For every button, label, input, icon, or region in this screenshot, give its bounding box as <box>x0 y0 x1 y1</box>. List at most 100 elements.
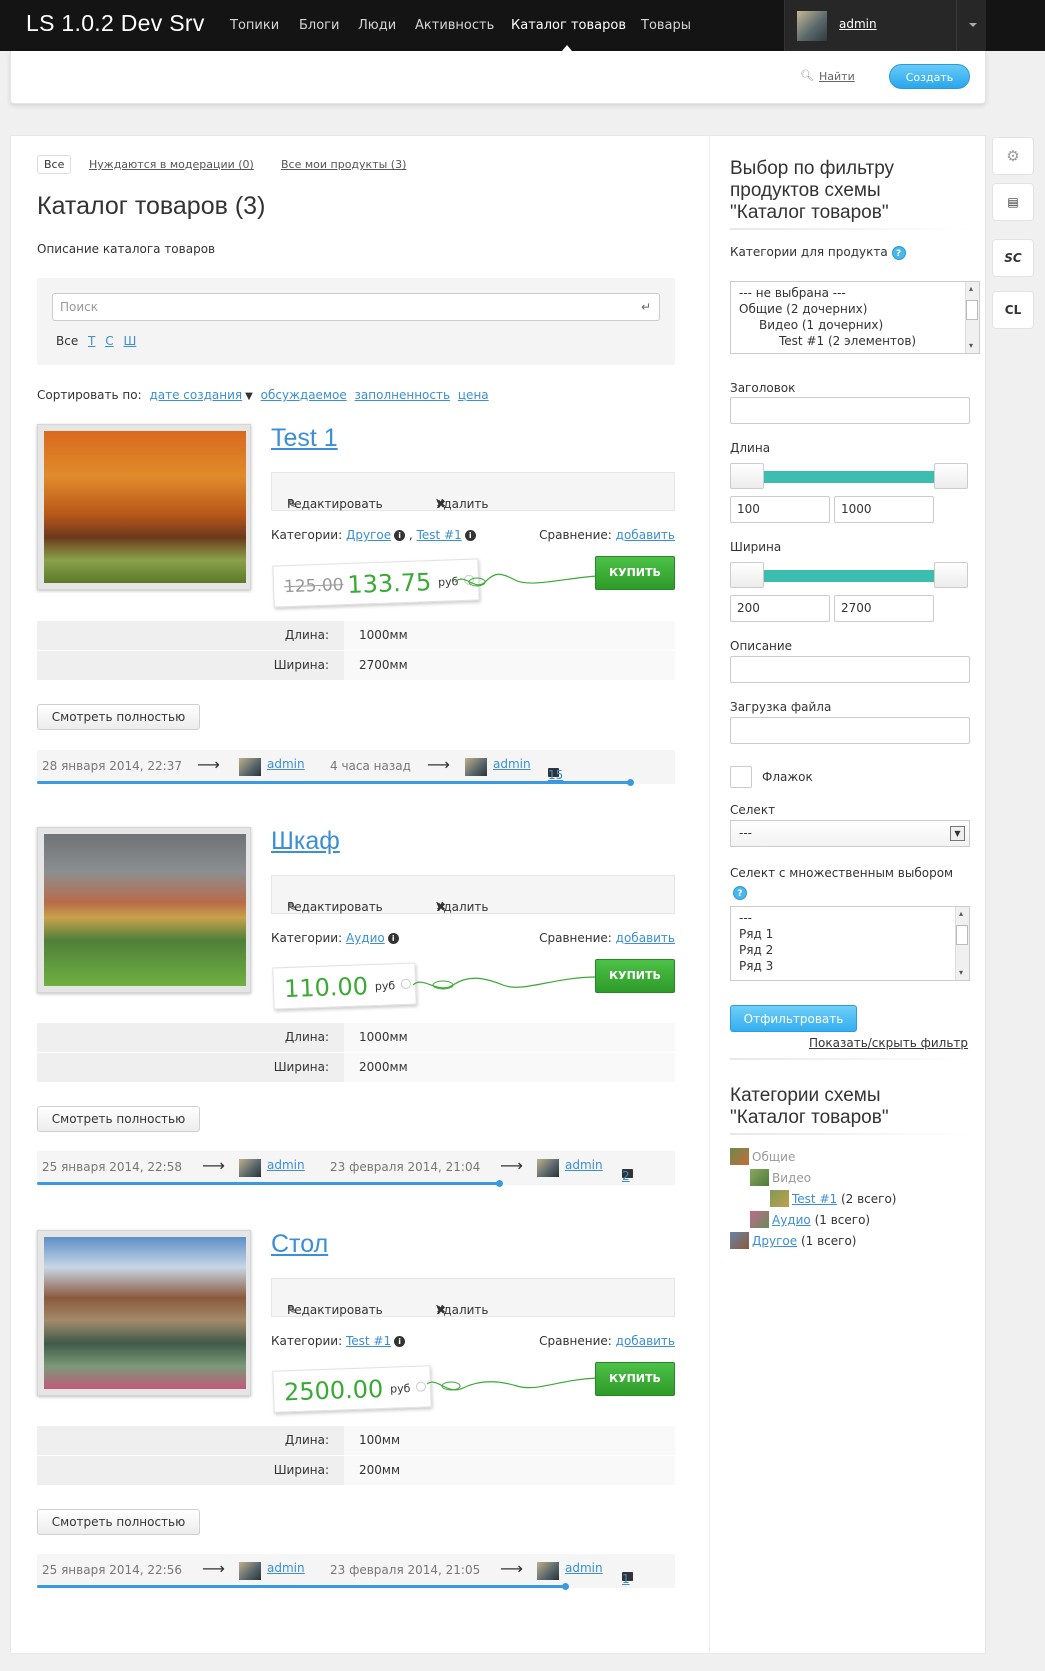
editor-link[interactable]: admin <box>493 757 531 771</box>
length-min-input[interactable]: 100 <box>730 496 830 523</box>
letter-all[interactable]: Все <box>56 334 78 348</box>
cl-button[interactable]: CL <box>992 291 1034 329</box>
view-full-button[interactable]: Смотреть полностью <box>37 704 200 730</box>
multiselect-listbox[interactable]: --- Ряд 1 Ряд 2 Ряд 3 <box>730 906 970 981</box>
author-link[interactable]: admin <box>267 1158 305 1172</box>
tree-item-video[interactable]: Видео <box>750 1169 811 1186</box>
site-logo[interactable]: LS 1.0.2 Dev Srv <box>26 10 205 37</box>
description-input[interactable] <box>730 656 970 683</box>
filter-all[interactable]: Все <box>37 155 72 174</box>
nav-activity[interactable]: Активность <box>415 18 494 33</box>
list-item[interactable]: Ряд 2 <box>739 942 969 958</box>
list-item[interactable]: Видео (1 дочерних) <box>739 317 979 333</box>
nav-topics[interactable]: Топики <box>230 18 279 33</box>
user-dropdown-toggle[interactable] <box>956 0 987 51</box>
tree-item-general[interactable]: Общие <box>730 1148 795 1165</box>
compare-add-link[interactable]: добавить <box>616 528 675 542</box>
category-link[interactable]: Test #1 <box>417 528 462 542</box>
product-title[interactable]: Test 1 <box>271 424 338 453</box>
list-item[interactable]: Ряд 3 <box>739 958 969 974</box>
flag-checkbox[interactable] <box>730 766 752 788</box>
info-icon[interactable]: i <box>387 933 399 944</box>
nav-catalog[interactable]: Каталог товаров <box>511 18 626 33</box>
length-min-handle[interactable] <box>730 463 764 489</box>
editor-avatar[interactable] <box>537 1159 559 1177</box>
editor-link[interactable]: admin <box>565 1561 603 1575</box>
search-input[interactable]: Поиск ↵ <box>52 293 660 321</box>
length-max-handle[interactable] <box>934 463 968 489</box>
tree-item-other[interactable]: Другое (1 всего) <box>730 1232 856 1249</box>
enter-icon[interactable]: ↵ <box>641 294 651 320</box>
product-image[interactable] <box>37 827 251 993</box>
sc-button[interactable]: SC <box>992 239 1034 277</box>
list-item[interactable]: --- <box>739 910 969 926</box>
letter-sh[interactable]: Ш <box>123 334 136 348</box>
length-max-input[interactable]: 1000 <box>834 496 934 523</box>
category-link[interactable]: Другое <box>346 528 391 542</box>
select-dropdown[interactable]: --- ▼ <box>730 820 970 847</box>
view-full-button[interactable]: Смотреть полностью <box>37 1509 200 1535</box>
sort-by-price[interactable]: цена <box>458 388 489 402</box>
user-avatar[interactable] <box>797 11 827 41</box>
filter-button[interactable]: Отфильтровать <box>730 1005 857 1032</box>
username-link[interactable]: admin <box>839 17 877 31</box>
view-full-button[interactable]: Смотреть полностью <box>37 1106 200 1132</box>
user-menu[interactable]: admin <box>784 0 986 51</box>
sort-by-fill[interactable]: заполненность <box>355 388 451 402</box>
chevron-down-icon[interactable]: ▼ <box>245 391 253 402</box>
tree-item-test1[interactable]: Test #1 (2 всего) <box>770 1190 896 1207</box>
width-max-handle[interactable] <box>934 562 968 588</box>
buy-button[interactable]: КУПИТЬ <box>595 959 675 993</box>
filter-moderation[interactable]: Нуждаются в модерации (0) <box>89 158 254 171</box>
category-link[interactable]: Аудио <box>346 931 385 945</box>
author-link[interactable]: admin <box>267 757 305 771</box>
author-avatar[interactable] <box>239 1562 261 1580</box>
width-max-input[interactable]: 2700 <box>834 595 934 622</box>
list-item[interactable]: Ряд 1 <box>739 926 969 942</box>
compare-add-link[interactable]: добавить <box>616 1334 675 1348</box>
gear-icon[interactable]: ⚙ <box>992 137 1034 175</box>
scrollbar-thumb[interactable] <box>956 925 968 945</box>
product-title[interactable]: Шкаф <box>271 827 340 856</box>
sort-by-discussed[interactable]: обсуждаемое <box>261 388 347 402</box>
document-icon[interactable]: ▤ <box>992 183 1034 221</box>
categories-listbox[interactable]: --- не выбрана --- Общие (2 дочерних) Ви… <box>730 281 980 354</box>
sort-by-date[interactable]: дате создания <box>149 388 242 402</box>
width-min-handle[interactable] <box>730 562 764 588</box>
editor-avatar[interactable] <box>537 1562 559 1580</box>
tree-item-audio[interactable]: Аудио (1 всего) <box>750 1211 870 1228</box>
list-item[interactable]: Test #1 (2 элементов) <box>739 333 979 349</box>
product-title[interactable]: Стол <box>271 1230 328 1259</box>
filter-mine[interactable]: Все мои продукты (3) <box>281 158 406 171</box>
scrollbar-thumb[interactable] <box>966 300 978 320</box>
letter-s[interactable]: С <box>105 334 113 348</box>
nav-goods[interactable]: Товары <box>641 18 691 33</box>
author-avatar[interactable] <box>239 758 261 776</box>
product-image[interactable] <box>37 424 251 590</box>
author-link[interactable]: admin <box>267 1561 305 1575</box>
nav-blogs[interactable]: Блоги <box>299 18 339 33</box>
chevron-down-icon[interactable]: ▼ <box>950 826 965 841</box>
author-avatar[interactable] <box>239 1159 261 1177</box>
product-image[interactable] <box>37 1230 251 1396</box>
help-icon[interactable]: ? <box>891 246 906 260</box>
editor-link[interactable]: admin <box>565 1158 603 1172</box>
list-item[interactable]: Общие (2 дочерних) <box>739 301 979 317</box>
info-icon[interactable]: i <box>394 1336 406 1347</box>
buy-button[interactable]: КУПИТЬ <box>595 556 675 590</box>
search-icon[interactable]: 🔍︎ <box>800 69 814 82</box>
heading-input[interactable] <box>730 397 970 424</box>
info-icon[interactable]: i <box>464 530 476 541</box>
category-link[interactable]: Test #1 <box>346 1334 391 1348</box>
info-icon[interactable]: i <box>394 530 406 541</box>
buy-button[interactable]: КУПИТЬ <box>595 1362 675 1396</box>
nav-people[interactable]: Люди <box>358 18 396 33</box>
toggle-filter-link[interactable]: Показать/скрыть фильтр <box>809 1036 968 1050</box>
help-icon[interactable]: ? <box>733 886 747 900</box>
width-min-input[interactable]: 200 <box>730 595 830 622</box>
editor-avatar[interactable] <box>465 758 487 776</box>
compare-add-link[interactable]: добавить <box>616 931 675 945</box>
create-button[interactable]: Создать <box>889 64 970 89</box>
list-item[interactable]: --- не выбрана --- <box>739 285 979 301</box>
letter-t[interactable]: Т <box>88 334 95 348</box>
